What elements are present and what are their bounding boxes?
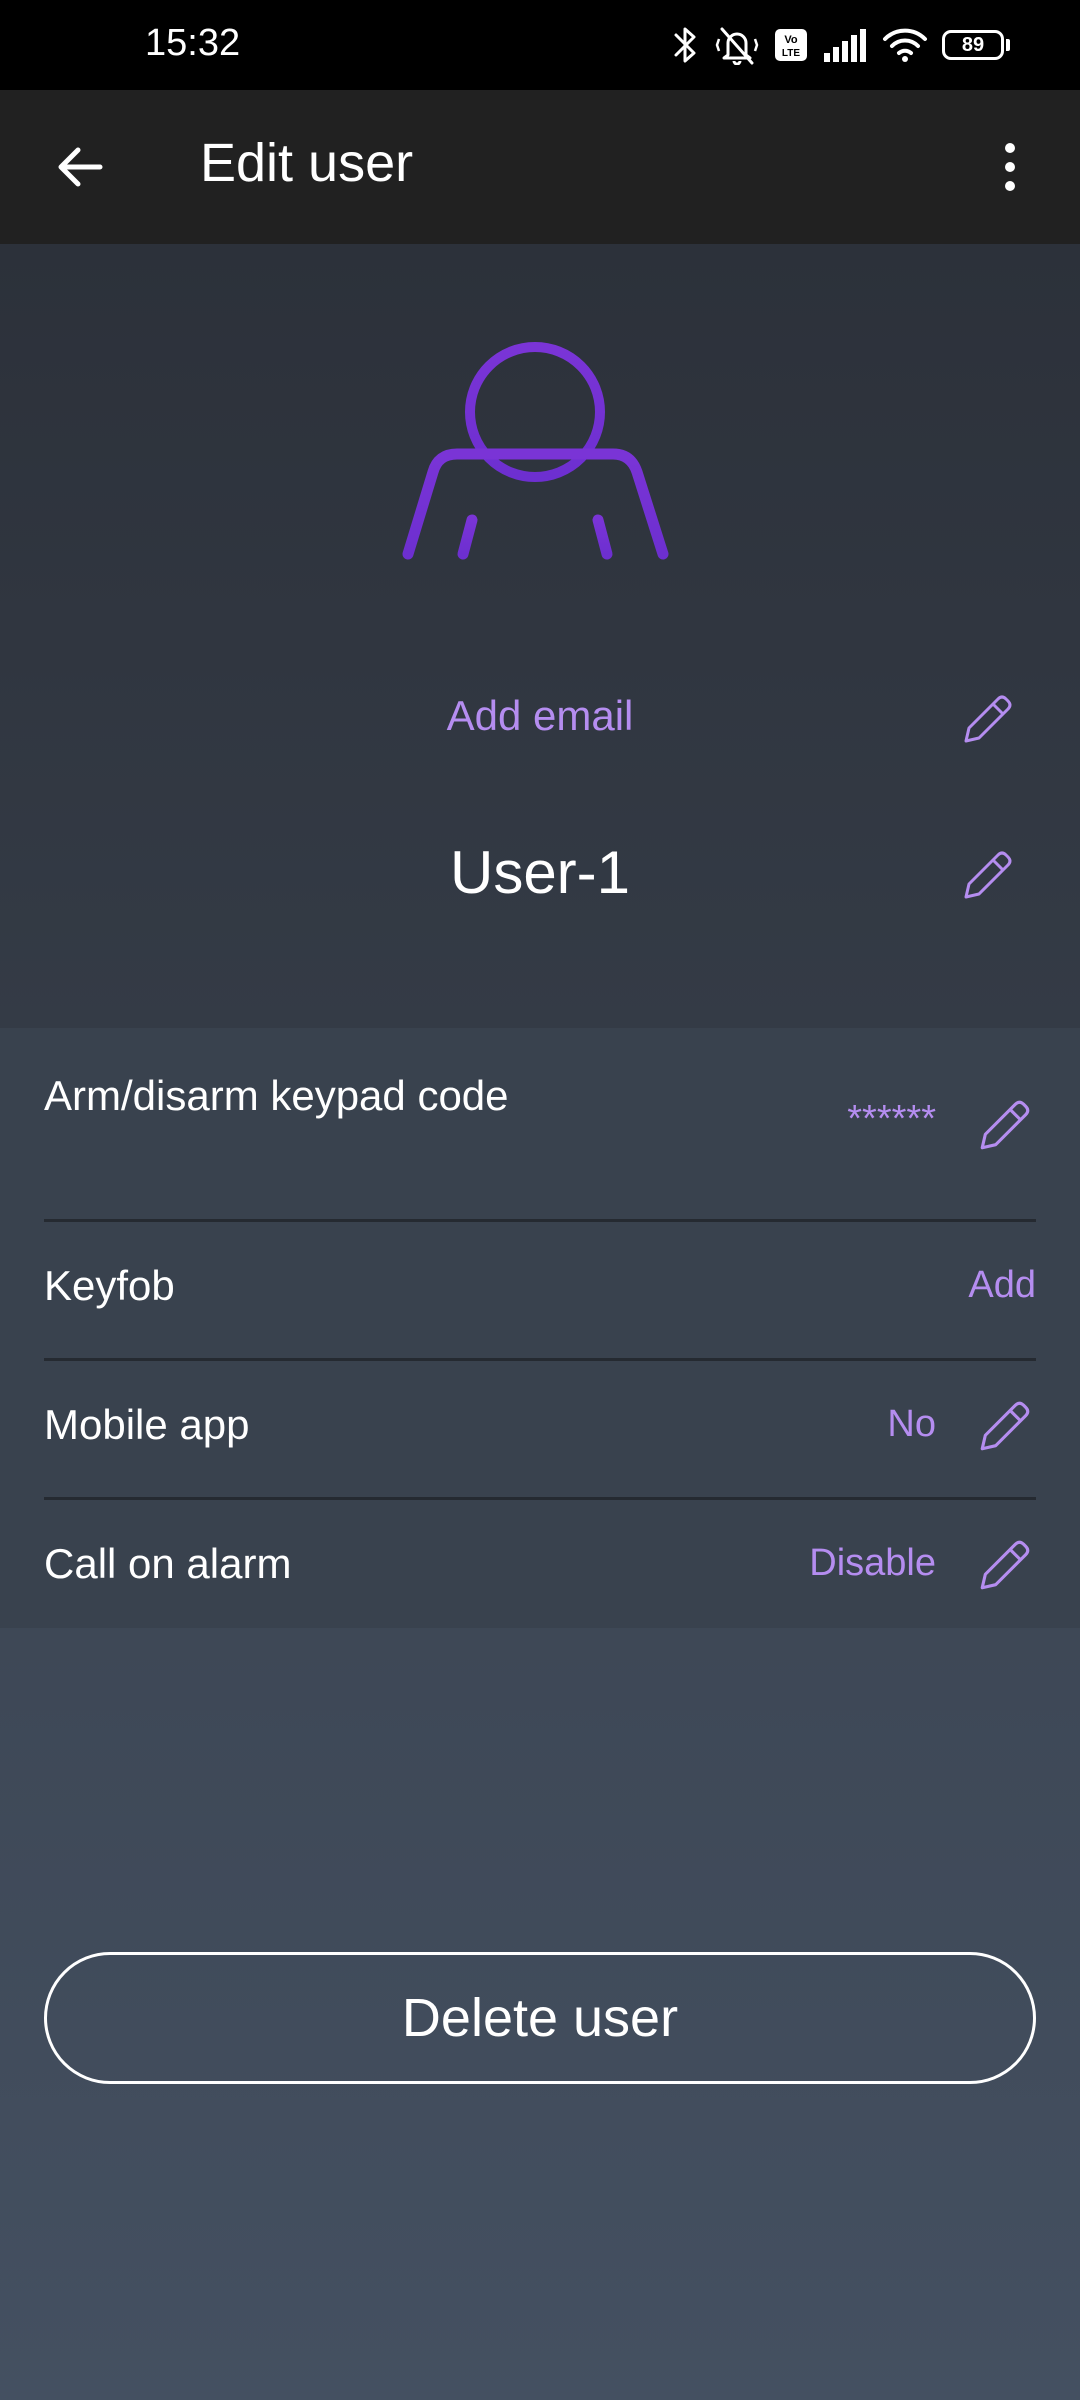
wifi-icon: [883, 28, 927, 62]
setting-label: Keyfob: [44, 1262, 175, 1309]
battery-level: 89: [942, 30, 1004, 60]
user-icon[interactable]: [395, 290, 685, 580]
add-email-link[interactable]: Add email: [0, 692, 1080, 740]
more-vertical-icon: [1005, 143, 1015, 191]
edit-call-on-alarm-button[interactable]: [974, 1534, 1036, 1596]
pencil-icon: [964, 851, 1012, 899]
status-time: 15:32: [145, 22, 241, 64]
profile-header: Add email User-1: [0, 244, 1080, 1028]
svg-text:LTE: LTE: [782, 48, 800, 59]
divider: [44, 1358, 1036, 1361]
user-name: User-1: [449, 839, 631, 906]
battery-icon: 89: [942, 30, 1010, 60]
more-options-button[interactable]: [970, 127, 1050, 207]
divider: [44, 1497, 1036, 1500]
setting-value: ******: [847, 1098, 936, 1140]
pencil-icon: [980, 1540, 1030, 1590]
edit-name-button[interactable]: [953, 840, 1023, 910]
arrow-left-icon: [58, 147, 103, 187]
volte-icon: Vo LTE: [775, 29, 807, 61]
setting-row-call-on-alarm[interactable]: Call on alarm Disable: [44, 1538, 1036, 1598]
edit-mobile-app-button[interactable]: [974, 1395, 1036, 1457]
app-bar: Edit user: [0, 90, 1080, 244]
page-title: Edit user: [200, 133, 414, 193]
setting-label: Arm/disarm keypad code: [44, 1072, 509, 1119]
signal-icon: [824, 29, 866, 62]
edit-email-button[interactable]: [953, 684, 1023, 754]
pencil-icon: [980, 1100, 1030, 1150]
setting-value: Disable: [809, 1542, 936, 1584]
settings-list: Arm/disarm keypad code ****** Keyfob Add…: [0, 1028, 1080, 1628]
setting-label: Call on alarm: [44, 1540, 292, 1587]
setting-row-mobile-app[interactable]: Mobile app No: [44, 1399, 1036, 1459]
status-bar: 15:32 Vo LTE 89: [0, 0, 1080, 90]
svg-text:Vo: Vo: [784, 34, 798, 46]
setting-row-keyfob[interactable]: Keyfob Add: [44, 1260, 1036, 1320]
pencil-icon: [980, 1401, 1030, 1451]
setting-label: Mobile app: [44, 1401, 250, 1448]
divider: [44, 1219, 1036, 1222]
delete-user-button[interactable]: Delete user: [44, 1952, 1036, 2084]
bluetooth-icon: [674, 27, 696, 63]
back-button[interactable]: [40, 127, 120, 207]
status-icons: Vo LTE 89: [672, 20, 1010, 70]
setting-row-keypad-code[interactable]: Arm/disarm keypad code ******: [44, 1070, 1036, 1178]
edit-keypad-code-button[interactable]: [974, 1094, 1036, 1156]
pencil-icon: [964, 695, 1012, 743]
mute-vibrate-icon: [715, 27, 759, 65]
setting-value: No: [887, 1403, 936, 1445]
add-keyfob-link[interactable]: Add: [968, 1264, 1036, 1307]
